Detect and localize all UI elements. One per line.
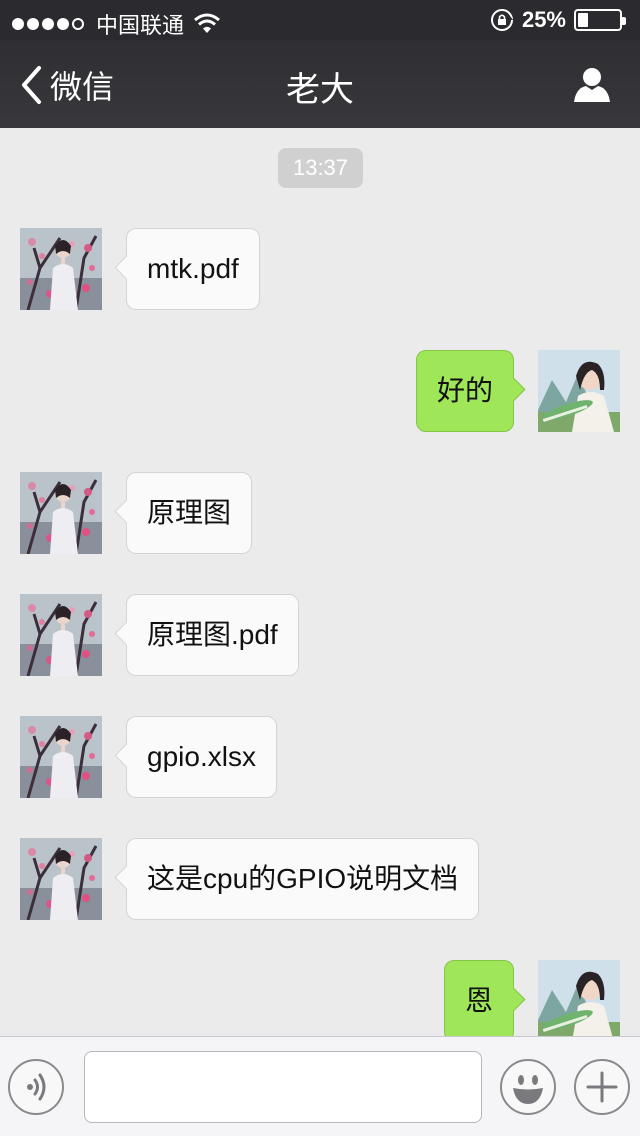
contact-avatar[interactable] [20, 838, 102, 920]
battery-percentage: 25% [521, 7, 566, 32]
signal-dot [27, 18, 39, 30]
profile-icon[interactable] [572, 64, 612, 104]
message-row: 恩 [0, 960, 640, 1036]
rotation-lock-icon [490, 9, 513, 31]
wifi-icon [194, 13, 220, 33]
signal-dot [42, 18, 54, 30]
my-avatar[interactable] [538, 350, 620, 432]
plus-icon [586, 1071, 618, 1103]
emoji-button[interactable] [500, 1059, 556, 1115]
battery-level [578, 13, 588, 27]
contact-avatar[interactable] [20, 228, 102, 310]
emoji-icon [513, 1075, 543, 1104]
carrier-name: 中国联通 [96, 13, 185, 38]
message-timestamp: 13:37 [278, 148, 363, 188]
signal-strength [12, 18, 84, 30]
message-row: 原理图 [0, 472, 640, 554]
status-bar: 中国联通 25% [0, 0, 640, 40]
message-row: 好的 [0, 350, 640, 432]
nav-bar: 微信 老大 [0, 40, 640, 128]
contact-avatar[interactable] [20, 716, 102, 798]
status-right: 25% [490, 7, 628, 33]
message-row: 这是cpu的GPIO说明文档 [0, 838, 640, 920]
status-left: 中国联通 [12, 8, 220, 40]
voice-icon [27, 1073, 46, 1101]
message-bubble[interactable]: mtk.pdf [126, 228, 260, 310]
chat-title: 老大 [286, 71, 354, 109]
signal-dot-empty [72, 18, 84, 30]
message-row: mtk.pdf [0, 228, 640, 310]
message-row: gpio.xlsx [0, 716, 640, 798]
message-bubble[interactable]: 恩 [443, 960, 514, 1036]
message-bubble[interactable]: 这是cpu的GPIO说明文档 [126, 838, 480, 920]
contact-avatar[interactable] [20, 594, 102, 676]
signal-dot [57, 18, 69, 30]
chat-area[interactable]: 13:37 mtk.pdf 好的 原理图 原理图.pdf gpio.xlsx 这… [0, 128, 640, 1036]
voice-button[interactable] [8, 1059, 64, 1115]
message-bubble[interactable]: 原理图 [126, 472, 253, 554]
signal-dot [12, 18, 24, 30]
my-avatar[interactable] [538, 960, 620, 1036]
message-bubble[interactable]: 好的 [415, 350, 514, 432]
message-bubble[interactable]: 原理图.pdf [126, 594, 299, 676]
input-bar [0, 1036, 640, 1136]
battery-icon [574, 9, 626, 31]
plus-button[interactable] [574, 1059, 630, 1115]
message-bubble[interactable]: gpio.xlsx [126, 716, 277, 798]
contact-avatar[interactable] [20, 472, 102, 554]
message-input[interactable] [84, 1051, 482, 1123]
message-row: 原理图.pdf [0, 594, 640, 676]
